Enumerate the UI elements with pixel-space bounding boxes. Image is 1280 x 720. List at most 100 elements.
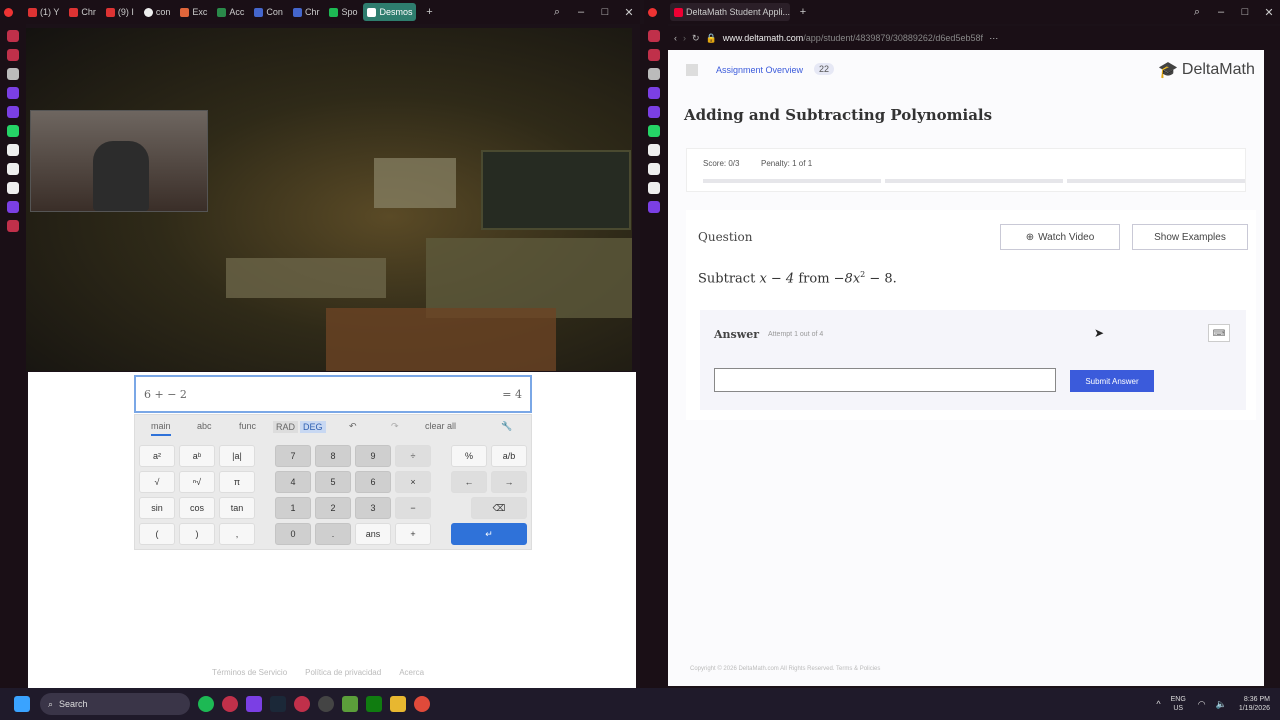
minimize-icon[interactable]: – — [1210, 6, 1232, 18]
steam-icon[interactable] — [270, 696, 286, 712]
key-plus[interactable]: + — [395, 523, 431, 545]
sidebar-app-icon[interactable] — [648, 87, 660, 99]
file-explorer-icon[interactable] — [390, 696, 406, 712]
rad-toggle[interactable]: RAD — [273, 421, 299, 433]
key-left-arrow[interactable]: ← — [451, 471, 487, 493]
key-1[interactable]: 1 — [275, 497, 311, 519]
terms-link[interactable]: Términos de Servicio — [212, 668, 287, 677]
key-3[interactable]: 3 — [355, 497, 391, 519]
key-8[interactable]: 8 — [315, 445, 351, 467]
deg-toggle[interactable]: DEG — [300, 421, 326, 433]
sidebar-app-icon[interactable] — [648, 144, 660, 156]
forward-icon[interactable]: › — [683, 33, 686, 43]
minimize-icon[interactable]: – — [570, 6, 592, 18]
tab-9[interactable]: Spo — [325, 3, 361, 21]
key-abs[interactable]: |a| — [219, 445, 255, 467]
tab-4[interactable]: con — [140, 3, 175, 21]
opera-gx-icon[interactable] — [294, 696, 310, 712]
key-minus[interactable]: − — [395, 497, 431, 519]
sidebar-app-icon[interactable] — [648, 68, 660, 80]
extensions-icon[interactable]: ⋯ — [989, 33, 998, 44]
maximize-icon[interactable]: □ — [1234, 6, 1256, 18]
tab-2[interactable]: Chr — [65, 3, 100, 21]
whatsapp-icon[interactable] — [648, 125, 660, 137]
show-examples-button[interactable]: Show Examples — [1132, 224, 1248, 250]
keypad-tab-func[interactable]: func — [239, 421, 256, 431]
minecraft-icon[interactable] — [342, 696, 358, 712]
key-open-paren[interactable]: ( — [139, 523, 175, 545]
settings-wrench-icon[interactable]: 🔧 — [501, 421, 512, 432]
close-icon[interactable]: ✕ — [618, 6, 640, 19]
search-icon[interactable]: ⌕ — [1186, 6, 1208, 19]
wifi-icon[interactable]: ◠ — [1198, 699, 1206, 710]
clear-all-button[interactable]: clear all — [425, 421, 456, 431]
key-cos[interactable]: cos — [179, 497, 215, 519]
clock[interactable]: 8:36 PM 1/19/2026 — [1239, 695, 1270, 713]
key-nthroot[interactable]: ⁿ√ — [179, 471, 215, 493]
submit-answer-button[interactable]: Submit Answer — [1070, 370, 1154, 392]
key-7[interactable]: 7 — [275, 445, 311, 467]
tab-3[interactable]: (9) I — [102, 3, 138, 21]
key-5[interactable]: 5 — [315, 471, 351, 493]
whatsapp-icon[interactable] — [7, 125, 19, 137]
new-tab-icon[interactable]: + — [418, 6, 440, 18]
tray-chevron-icon[interactable]: ^ — [1156, 699, 1160, 709]
reload-icon[interactable]: ↻ — [692, 33, 700, 44]
key-pi[interactable]: π — [219, 471, 255, 493]
backspace-icon[interactable]: ⌫ — [471, 497, 527, 519]
tab-6[interactable]: Acc — [213, 3, 248, 21]
opera-icon[interactable] — [222, 696, 238, 712]
key-sin[interactable]: sin — [139, 497, 175, 519]
tiktok-icon[interactable] — [648, 163, 660, 175]
sidebar-app-icon[interactable] — [7, 68, 19, 80]
key-sqrt[interactable]: √ — [139, 471, 175, 493]
language-indicator[interactable]: ENG US — [1171, 695, 1186, 713]
undo-icon[interactable]: ↶ — [349, 421, 357, 432]
twitch-icon[interactable] — [246, 696, 262, 712]
opera-logo-icon[interactable] — [644, 3, 668, 21]
key-ans[interactable]: ans — [355, 523, 391, 545]
back-icon[interactable]: ‹ — [674, 33, 677, 43]
sidebar-app-icon[interactable] — [7, 49, 19, 61]
tiktok-icon[interactable] — [7, 163, 19, 175]
sidebar-app-icon[interactable] — [7, 106, 19, 118]
key-comma[interactable]: , — [219, 523, 255, 545]
url-host[interactable]: www.deltamath.com — [723, 33, 804, 43]
chrome-icon[interactable] — [414, 696, 430, 712]
key-2[interactable]: 2 — [315, 497, 351, 519]
key-percent[interactable]: % — [451, 445, 487, 467]
close-icon[interactable]: ✕ — [1258, 6, 1280, 19]
key-0[interactable]: 0 — [275, 523, 311, 545]
opera-logo-icon[interactable] — [0, 3, 22, 21]
taskbar-search[interactable]: ⌕ Search — [40, 693, 190, 715]
tab-desmos[interactable]: Desmos — [363, 3, 417, 21]
x-icon[interactable] — [7, 182, 19, 194]
key-6[interactable]: 6 — [355, 471, 391, 493]
about-link[interactable]: Acerca — [399, 668, 424, 677]
new-tab-icon[interactable]: + — [792, 6, 814, 18]
expression-input[interactable]: 6 + − 2 = 4 — [134, 375, 532, 413]
key-close-paren[interactable]: ) — [179, 523, 215, 545]
media-player-icon[interactable] — [318, 696, 334, 712]
sidebar-app-icon[interactable] — [7, 30, 19, 42]
maximize-icon[interactable]: □ — [594, 6, 616, 18]
sidebar-app-icon[interactable] — [7, 87, 19, 99]
key-divide[interactable]: ÷ — [395, 445, 431, 467]
answer-input[interactable] — [714, 368, 1056, 392]
tab-8[interactable]: Chr — [289, 3, 324, 21]
search-icon[interactable]: ⌕ — [546, 6, 568, 19]
discord-icon[interactable] — [648, 201, 660, 213]
spotify-icon[interactable] — [198, 696, 214, 712]
windows-start-icon[interactable] — [14, 696, 30, 712]
key-power[interactable]: aᵇ — [179, 445, 215, 467]
sidebar-app-icon[interactable] — [648, 49, 660, 61]
redo-icon[interactable]: ↷ — [391, 421, 399, 432]
keypad-tab-abc[interactable]: abc — [197, 421, 212, 431]
sidebar-app-icon[interactable] — [7, 220, 19, 232]
key-square[interactable]: a² — [139, 445, 175, 467]
key-fraction[interactable]: a/b — [491, 445, 527, 467]
enter-icon[interactable]: ↵ — [451, 523, 527, 545]
url-path[interactable]: /app/student/4839879/30889262/d6ed5eb58f… — [803, 33, 983, 43]
menu-icon[interactable] — [686, 64, 698, 76]
key-right-arrow[interactable]: → — [491, 471, 527, 493]
